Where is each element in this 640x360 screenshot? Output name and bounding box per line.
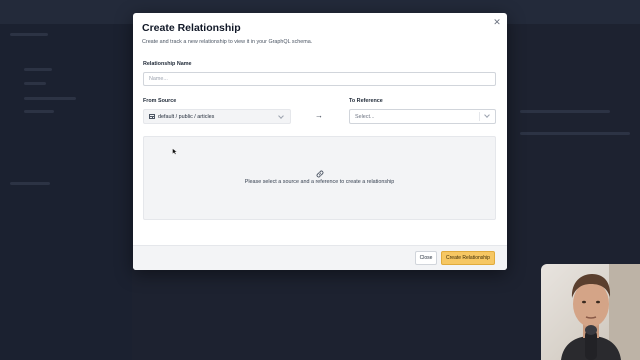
- mouse-cursor-icon: [172, 148, 177, 155]
- relationship-preview-panel: [143, 136, 496, 220]
- to-reference-placeholder: Select...: [355, 113, 375, 120]
- table-icon: [149, 114, 155, 119]
- to-reference-select[interactable]: Select...: [349, 109, 496, 124]
- empty-state-message: Please select a source and a reference t…: [244, 179, 395, 185]
- modal-header: Create Relationship Create and track a n…: [142, 22, 498, 45]
- background-text: [24, 97, 76, 100]
- background-text: [10, 182, 50, 185]
- from-source-label: From Source: [143, 98, 177, 104]
- chevron-down-icon: [278, 113, 284, 119]
- arrow-right-icon: →: [315, 111, 323, 120]
- close-button[interactable]: Close: [415, 251, 437, 265]
- background-text: [24, 82, 46, 85]
- from-source-select[interactable]: default / public / articles: [143, 109, 291, 124]
- background-text: [520, 132, 630, 135]
- select-divider: [479, 112, 480, 121]
- relationship-name-label: Relationship Name: [143, 61, 192, 67]
- background-text: [24, 68, 52, 71]
- background-text: [10, 33, 48, 36]
- modal-title: Create Relationship: [142, 22, 241, 34]
- close-icon[interactable]: ✕: [492, 17, 502, 27]
- create-relationship-button[interactable]: Create Relationship: [441, 251, 495, 265]
- background-text: [24, 110, 54, 113]
- background-sidebar: [0, 24, 132, 360]
- to-reference-label: To Reference: [349, 98, 383, 104]
- presenter-figure: [561, 264, 640, 360]
- from-source-value: default / public / articles: [158, 113, 215, 120]
- background-text: [520, 110, 610, 113]
- modal-subtitle: Create and track a new relationship to v…: [142, 39, 313, 45]
- relationship-name-input[interactable]: [143, 72, 496, 86]
- link-icon: [316, 170, 324, 178]
- presenter-webcam: [541, 264, 640, 360]
- chevron-down-icon: [484, 112, 490, 118]
